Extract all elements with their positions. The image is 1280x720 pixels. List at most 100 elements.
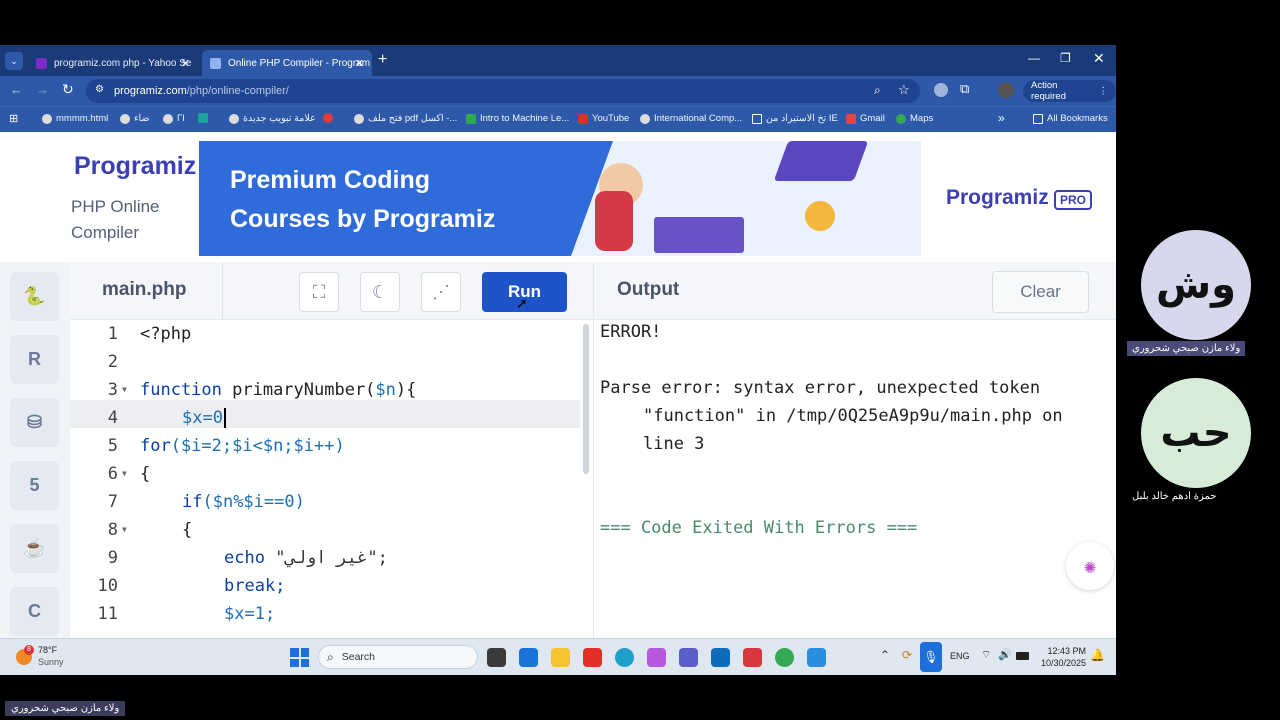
editor-scrollbar[interactable] xyxy=(583,324,589,474)
line-number: 10 xyxy=(97,576,118,596)
site-info-icon[interactable]: ⚙ xyxy=(95,84,104,95)
file-explorer-icon[interactable] xyxy=(551,648,570,667)
line-number: 4 xyxy=(107,408,118,428)
moon-icon: ☾ xyxy=(371,281,389,302)
outlook-icon[interactable] xyxy=(711,648,730,667)
wifi-icon[interactable]: ⌔ xyxy=(981,648,991,662)
sql-database-icon[interactable]: ⛁ xyxy=(10,398,59,447)
profile-avatar[interactable] xyxy=(998,82,1014,98)
bookmark-item[interactable]: International Comp... xyxy=(640,113,742,124)
bookmark-item[interactable] xyxy=(198,113,212,123)
all-bookmarks-folder[interactable]: All Bookmarks xyxy=(1033,113,1108,124)
bookmark-item[interactable]: ضاء xyxy=(120,113,149,124)
r-lang-icon[interactable]: R xyxy=(10,335,59,384)
fold-toggle-icon[interactable]: ▼ xyxy=(122,469,127,478)
close-tab-icon[interactable]: ✕ xyxy=(355,57,364,70)
fullscreen-button[interactable]: ⛶ xyxy=(299,272,339,312)
back-icon[interactable]: ← xyxy=(10,82,23,97)
ai-assistant-icon[interactable]: ✺ xyxy=(1066,542,1114,590)
store-icon[interactable] xyxy=(519,648,538,667)
output-console[interactable]: ERROR! Parse error: syntax error, unexpe… xyxy=(593,320,1116,638)
pdf-reader-icon[interactable] xyxy=(743,648,762,667)
close-tab-icon[interactable]: ✕ xyxy=(181,57,190,70)
bookmark-item[interactable]: ΓΙ xyxy=(163,113,185,124)
bookmark-item[interactable]: Intro to Machine Le... xyxy=(466,113,569,124)
line-number: 5 xyxy=(107,436,118,456)
bookmark-item[interactable]: علامة تبويب جديدة xyxy=(229,113,316,124)
bookmark-item[interactable]: فتح ملف pdf اكسل -... xyxy=(354,113,457,124)
minimize-icon[interactable]: — xyxy=(1028,51,1040,65)
restore-icon[interactable]: ❐ xyxy=(1060,51,1071,65)
java-icon[interactable]: ☕ xyxy=(10,524,59,573)
fold-toggle-icon[interactable]: ▼ xyxy=(122,525,127,534)
text-caret xyxy=(223,408,226,428)
taskbar-search[interactable]: ⌕ Search xyxy=(318,645,478,669)
edge-icon[interactable] xyxy=(615,648,634,667)
action-required-button[interactable]: Action required ⋮ xyxy=(1023,80,1116,102)
c-lang-icon[interactable]: C xyxy=(10,587,59,636)
notification-bell-icon[interactable]: 🔔 xyxy=(1090,648,1105,662)
battery-icon[interactable] xyxy=(1016,652,1029,660)
copilot-icon[interactable] xyxy=(647,648,666,667)
menu-dots-icon[interactable]: ⋮ xyxy=(1099,86,1109,97)
task-view-icon[interactable] xyxy=(487,648,506,667)
teams-icon[interactable] xyxy=(679,648,698,667)
clear-button[interactable]: Clear xyxy=(992,271,1089,313)
bookmark-item[interactable]: Gmail xyxy=(846,113,885,124)
language-indicator[interactable]: ENG xyxy=(950,651,970,661)
tray-chevron-icon[interactable]: ⌃ xyxy=(880,648,890,662)
bookmark-star-icon[interactable]: ☆ xyxy=(898,82,910,98)
line-number: 11 xyxy=(97,604,118,624)
share-button[interactable]: ⋰ xyxy=(421,272,461,312)
extension-icon[interactable] xyxy=(934,83,948,97)
participant-avatar[interactable]: حب xyxy=(1141,378,1251,488)
zoom-icon[interactable]: ⌕ xyxy=(874,83,881,98)
sync-icon[interactable]: ⟳ xyxy=(902,648,912,662)
line-number: 2 xyxy=(107,352,118,372)
youtube-icon[interactable] xyxy=(583,648,602,667)
html5-icon[interactable]: 5 xyxy=(10,461,59,510)
apps-icon[interactable]: ⊞ xyxy=(9,112,18,125)
output-line: line 3 xyxy=(643,434,705,454)
editor-header: main.php ⛶ ☾ ⋰ Run ➚ xyxy=(70,262,593,320)
bookmark-item[interactable] xyxy=(323,113,337,123)
output-line: ERROR! xyxy=(600,322,662,342)
code-editor[interactable]: 1 2 3 ▼ 4 5 6 ▼ 7 8 ▼ 9 10 11 <?php function primaryN… xyxy=(70,320,589,638)
close-window-icon[interactable]: ✕ xyxy=(1093,50,1105,67)
volume-icon[interactable]: 🔊 xyxy=(998,648,1012,661)
bookmark-item[interactable]: mmmm.html xyxy=(42,113,108,124)
programiz-pro-logo[interactable]: Programiz PRO xyxy=(921,141,1116,256)
tab-programiz[interactable]: Online PHP Compiler - Program ✕ xyxy=(202,50,372,76)
fold-toggle-icon[interactable]: ▼ xyxy=(122,385,127,394)
new-tab-icon[interactable]: + xyxy=(378,51,387,69)
forward-icon[interactable]: → xyxy=(36,82,49,97)
code-line: echo "غير اولي"; xyxy=(224,548,388,568)
reload-icon[interactable]: ↻ xyxy=(62,81,74,98)
output-line: Parse error: syntax error, unexpected to… xyxy=(600,378,1041,398)
bookmark-item[interactable]: YouTube xyxy=(578,113,629,124)
programiz-logo[interactable]: Programiz xyxy=(74,152,196,181)
code-line: <?php xyxy=(140,324,192,344)
bookmark-folder[interactable]: تخ الاستيراد من IE xyxy=(752,113,838,124)
vscode-icon[interactable] xyxy=(807,648,826,667)
puzzle-icon[interactable]: ⧉ xyxy=(960,81,969,97)
tab-yahoo[interactable]: programiz.com php - Yahoo Se ✕ xyxy=(28,50,198,76)
weather-widget[interactable]: 8 78°F Sunny xyxy=(14,645,84,671)
chrome-icon[interactable] xyxy=(775,648,794,667)
bookmark-item[interactable]: Maps xyxy=(896,113,933,124)
clock[interactable]: 12:43 PM 10/30/2025 xyxy=(1038,645,1086,669)
more-bookmarks-icon[interactable]: » xyxy=(998,111,1005,125)
output-line: "function" in /tmp/0Q25eA9p9u/main.php o… xyxy=(643,406,1063,426)
microphone-icon[interactable]: 🎙 xyxy=(920,642,942,672)
participant-avatar[interactable]: وش xyxy=(1141,230,1251,340)
line-number: 6 xyxy=(107,464,118,484)
url-field[interactable]: ⚙ programiz.com/php/online-compiler/ ⌕ ☆ xyxy=(86,79,920,103)
start-button[interactable] xyxy=(290,648,309,667)
filename-tab[interactable]: main.php xyxy=(102,279,186,301)
tab-list-button[interactable]: ⌄ xyxy=(5,52,23,70)
promo-banner[interactable]: Premium Coding Courses by Programiz xyxy=(199,141,921,256)
python-icon[interactable]: 🐍 xyxy=(10,272,59,321)
code-line: if($n%$i==0) xyxy=(182,492,305,512)
dark-mode-button[interactable]: ☾ xyxy=(360,272,400,312)
code-line: $x=0 xyxy=(182,404,226,432)
